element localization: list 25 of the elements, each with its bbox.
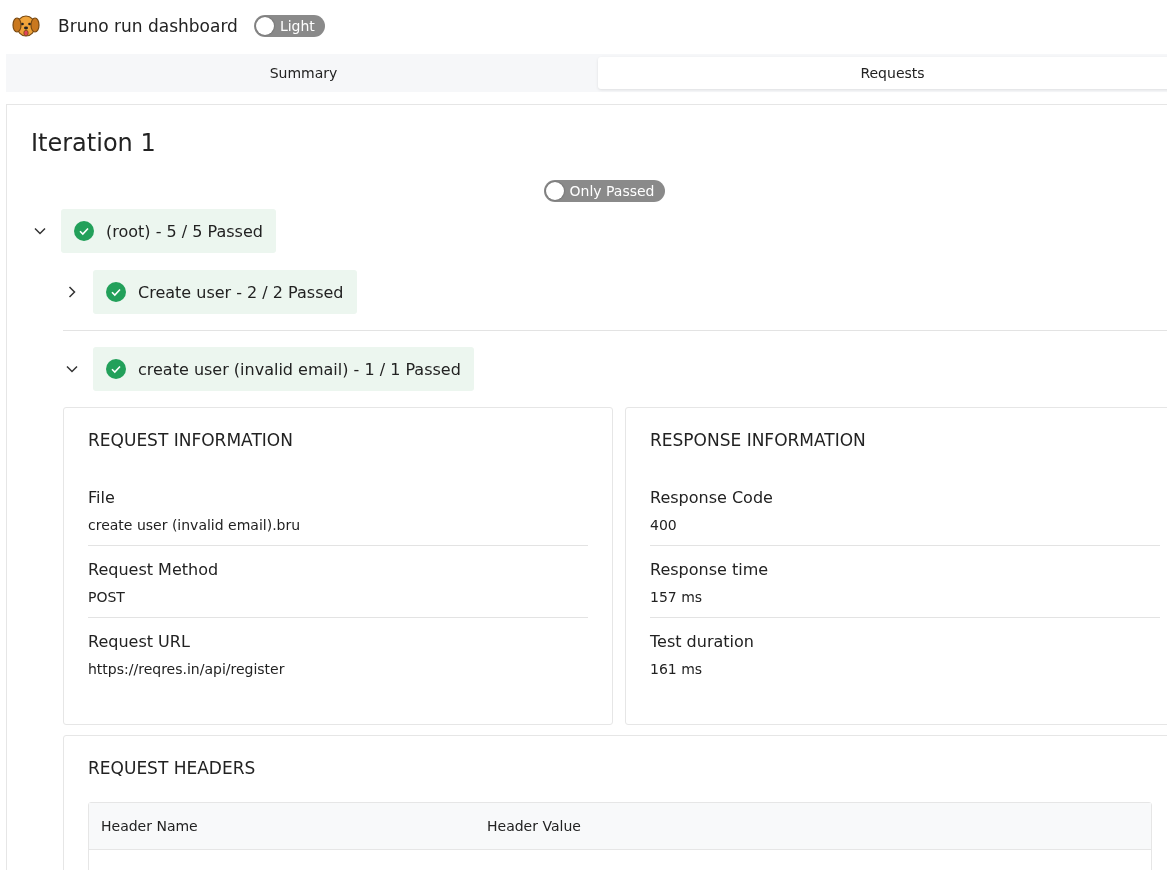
field-value: 400 bbox=[650, 517, 678, 533]
field-label: Response time bbox=[650, 560, 770, 579]
field-label: Request Method bbox=[88, 560, 220, 579]
app-title: Bruno run dashboard bbox=[58, 16, 238, 36]
field-value: 161 ms bbox=[650, 661, 704, 677]
test-result-pill[interactable]: create user (invalid email) - 1 / 1 Passed bbox=[93, 347, 474, 391]
field-value: POST bbox=[88, 589, 126, 605]
tab[interactable]: Requests bbox=[598, 57, 1167, 89]
card-title: REQUEST INFORMATION bbox=[88, 430, 294, 450]
tab[interactable]: Summary bbox=[9, 57, 598, 89]
field-label: Request URL bbox=[88, 632, 191, 651]
field-label: File bbox=[88, 488, 116, 507]
column-header: Header Value bbox=[486, 818, 582, 834]
column-header: Header Name bbox=[100, 818, 199, 834]
field-value: 157 ms bbox=[650, 589, 704, 605]
card-title: RESPONSE INFORMATION bbox=[650, 430, 867, 450]
card-title: REQUEST HEADERS bbox=[88, 758, 257, 778]
iteration-title: Iteration 1 bbox=[31, 129, 157, 157]
dog-logo-icon bbox=[12, 13, 40, 39]
field-value: create user (invalid email).bru bbox=[88, 517, 302, 533]
test-result-pill[interactable]: Create user - 2 / 2 Passed bbox=[93, 270, 357, 314]
field-value: https://reqres.in/api/register bbox=[88, 661, 286, 677]
field-label: Response Code bbox=[650, 488, 774, 507]
test-result-pill[interactable]: (root) - 5 / 5 Passed bbox=[61, 209, 276, 253]
field-label: Test duration bbox=[650, 632, 755, 651]
